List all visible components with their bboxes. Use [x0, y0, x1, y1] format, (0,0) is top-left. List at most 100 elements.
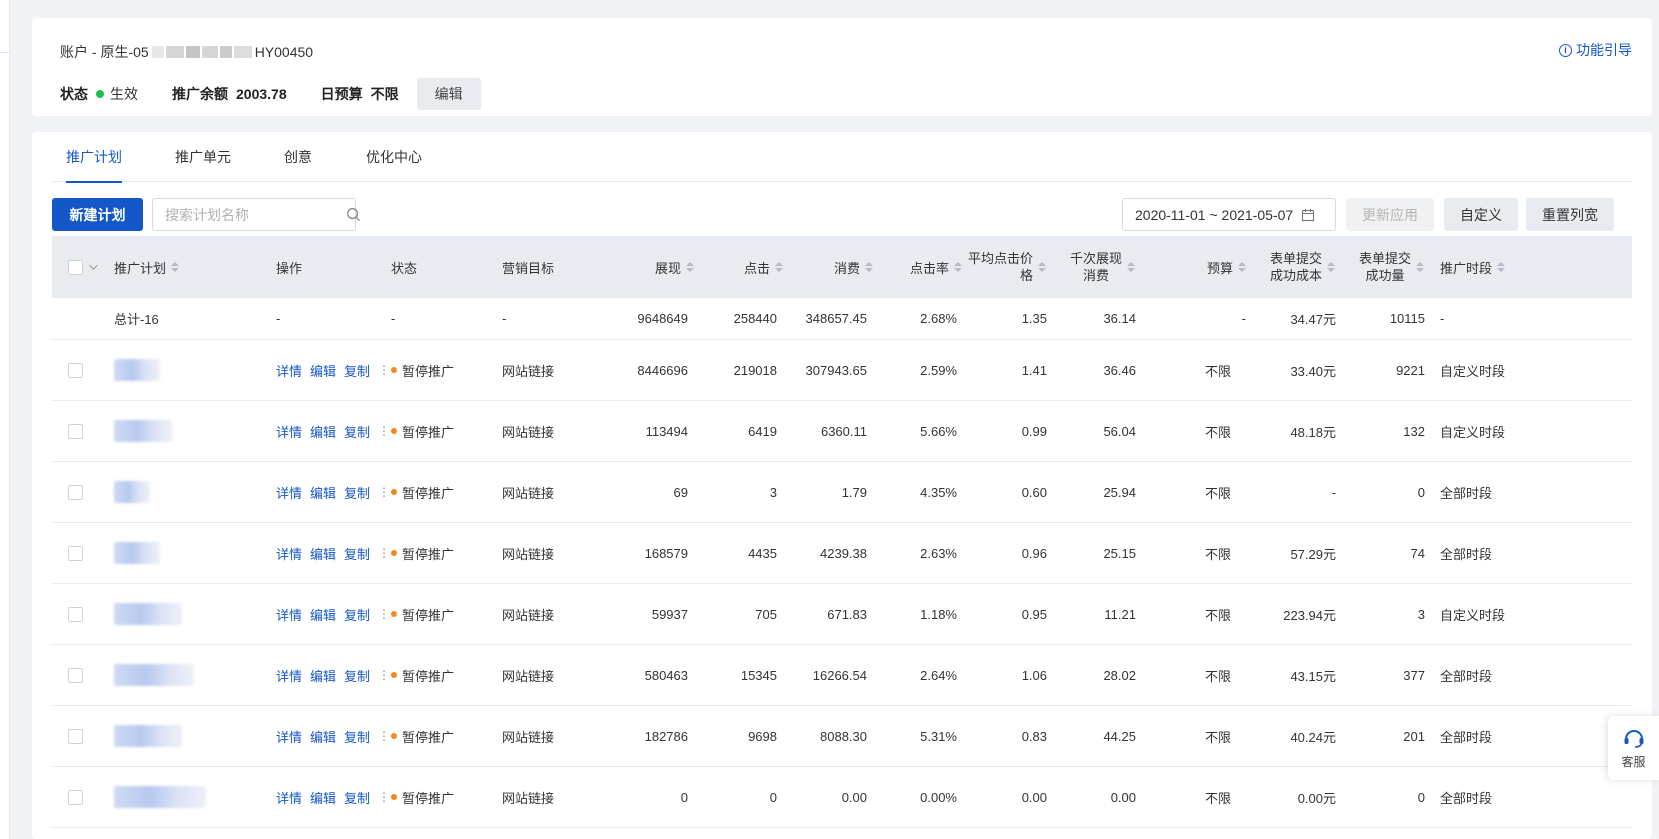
col-cost[interactable]: 消费 — [792, 236, 873, 298]
copy-link[interactable]: 复制 — [344, 605, 370, 624]
row-clicks: 705 — [755, 606, 777, 622]
more-icon[interactable]: ⋮ — [378, 790, 390, 804]
edit-link[interactable]: 编辑 — [310, 361, 336, 380]
tab-campaign-plans[interactable]: 推广计划 — [66, 132, 122, 183]
row-checkbox[interactable] — [68, 667, 83, 683]
row-goal: 网站链接 — [502, 485, 555, 501]
row-checkbox[interactable] — [68, 728, 83, 744]
more-icon[interactable]: ⋮ — [378, 546, 390, 560]
col-budget[interactable]: 预算 — [1172, 236, 1246, 298]
edit-link[interactable]: 编辑 — [310, 422, 336, 441]
row-cpc: 0.60 — [1021, 484, 1047, 500]
row-checkbox[interactable] — [68, 362, 83, 378]
more-icon[interactable]: ⋮ — [378, 424, 390, 438]
masked-account-id — [151, 46, 253, 58]
search-icon[interactable] — [346, 199, 361, 230]
row-impressions: 0 — [680, 789, 688, 805]
chevron-down-icon[interactable] — [89, 261, 98, 270]
copy-link[interactable]: 复制 — [344, 727, 370, 746]
reset-column-width-button[interactable]: 重置列宽 — [1526, 198, 1614, 231]
row-checkbox[interactable] — [68, 606, 83, 622]
detail-link[interactable]: 详情 — [276, 422, 302, 441]
plan-name-redacted[interactable] — [114, 664, 194, 686]
feature-guide-link[interactable]: i 功能引导 — [1559, 40, 1632, 60]
sort-icon[interactable] — [686, 262, 694, 272]
more-icon[interactable]: ⋮ — [378, 363, 390, 377]
row-period: 全部时段 — [1440, 668, 1493, 684]
edit-link[interactable]: 编辑 — [310, 483, 336, 502]
sort-icon[interactable] — [1238, 262, 1246, 272]
row-checkbox[interactable] — [68, 789, 83, 805]
more-icon[interactable]: ⋮ — [378, 729, 390, 743]
row-checkbox[interactable] — [68, 545, 83, 561]
total-period: - — [1440, 311, 1445, 326]
plan-name-redacted[interactable] — [114, 786, 206, 808]
sort-icon[interactable] — [1127, 262, 1135, 272]
more-icon[interactable]: ⋮ — [378, 668, 390, 682]
edit-link[interactable]: 编辑 — [310, 605, 336, 624]
col-clicks[interactable]: 点击 — [702, 236, 783, 298]
row-ctr: 5.31% — [920, 728, 957, 744]
plan-name-redacted[interactable] — [114, 359, 160, 381]
col-ctr[interactable]: 点击率 — [882, 236, 962, 298]
detail-link[interactable]: 详情 — [276, 666, 302, 685]
detail-link[interactable]: 详情 — [276, 788, 302, 807]
customer-service-button[interactable]: 客服 — [1608, 716, 1659, 780]
row-goal: 网站链接 — [502, 607, 555, 623]
sort-icon[interactable] — [865, 262, 873, 272]
tab-ad-units[interactable]: 推广单元 — [175, 132, 231, 182]
copy-link[interactable]: 复制 — [344, 666, 370, 685]
detail-link[interactable]: 详情 — [276, 727, 302, 746]
select-all-checkbox[interactable] — [68, 259, 83, 275]
col-avg-cpc[interactable]: 平均点击价格 — [962, 236, 1046, 298]
row-form-cost: 223.94元 — [1283, 607, 1336, 623]
copy-link[interactable]: 复制 — [344, 483, 370, 502]
copy-link[interactable]: 复制 — [344, 788, 370, 807]
more-icon[interactable]: ⋮ — [378, 607, 390, 621]
sort-icon[interactable] — [954, 262, 962, 272]
tab-creatives[interactable]: 创意 — [284, 132, 312, 182]
col-cpm[interactable]: 千次展现 消费 — [1052, 236, 1135, 298]
more-icon[interactable]: ⋮ — [378, 485, 390, 499]
plan-name-redacted[interactable] — [114, 725, 182, 747]
copy-link[interactable]: 复制 — [344, 422, 370, 441]
sort-icon[interactable] — [1416, 262, 1424, 272]
detail-link[interactable]: 详情 — [276, 605, 302, 624]
sort-icon[interactable] — [775, 262, 783, 272]
col-period[interactable]: 推广时段 — [1440, 236, 1506, 298]
status-dot-icon — [391, 733, 397, 739]
new-plan-button[interactable]: 新建计划 — [52, 198, 143, 231]
detail-link[interactable]: 详情 — [276, 544, 302, 563]
edit-link[interactable]: 编辑 — [310, 788, 336, 807]
sort-icon[interactable] — [171, 262, 180, 272]
total-goal: - — [502, 311, 507, 326]
detail-link[interactable]: 详情 — [276, 361, 302, 380]
col-impressions[interactable]: 展现 — [612, 236, 694, 298]
copy-link[interactable]: 复制 — [344, 361, 370, 380]
plan-name-redacted[interactable] — [114, 603, 182, 625]
row-checkbox[interactable] — [68, 484, 83, 500]
edit-link[interactable]: 编辑 — [310, 544, 336, 563]
col-form-count[interactable]: 表单提交 成功量 — [1342, 236, 1424, 298]
update-apply-button[interactable]: 更新应用 — [1346, 198, 1434, 231]
edit-account-button[interactable]: 编辑 — [416, 78, 481, 110]
plan-name-redacted[interactable] — [114, 542, 160, 564]
sort-icon[interactable] — [1038, 262, 1046, 272]
tab-optimization-center[interactable]: 优化中心 — [366, 132, 422, 182]
total-cpc: 1.35 — [1021, 311, 1047, 326]
edit-link[interactable]: 编辑 — [310, 727, 336, 746]
row-checkbox[interactable] — [68, 423, 83, 439]
copy-link[interactable]: 复制 — [344, 544, 370, 563]
detail-link[interactable]: 详情 — [276, 483, 302, 502]
col-plan[interactable]: 推广计划 — [114, 236, 180, 298]
customize-columns-button[interactable]: 自定义 — [1444, 198, 1518, 231]
col-form-cost[interactable]: 表单提交 成功成本 — [1252, 236, 1335, 298]
plan-name-redacted[interactable] — [114, 420, 172, 442]
plan-search-input[interactable] — [153, 199, 346, 230]
row-budget: 不限 — [1205, 790, 1232, 806]
plan-name-redacted[interactable] — [114, 481, 150, 503]
sort-icon[interactable] — [1327, 262, 1335, 272]
date-range-picker[interactable]: 2020-11-01 ~ 2021-05-07 — [1122, 198, 1336, 231]
edit-link[interactable]: 编辑 — [310, 666, 336, 685]
sort-icon[interactable] — [1497, 262, 1506, 272]
